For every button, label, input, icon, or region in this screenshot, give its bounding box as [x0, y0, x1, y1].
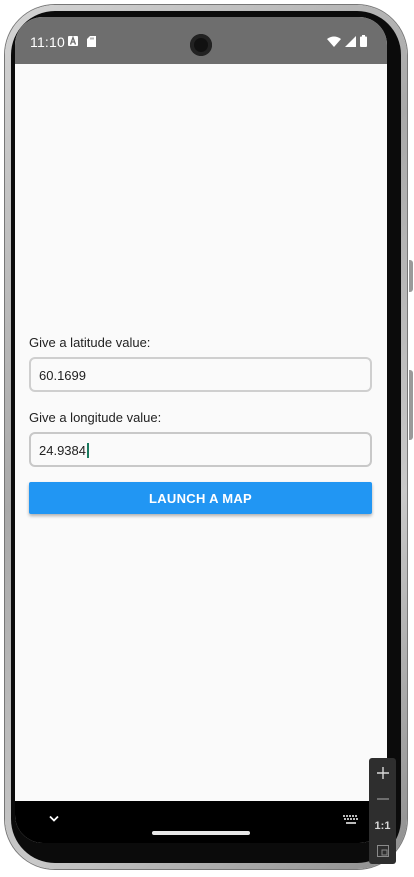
- emulator-zoom-controls: 1:1: [369, 758, 396, 864]
- front-camera: [190, 34, 212, 56]
- zoom-in-icon[interactable]: [369, 760, 396, 786]
- home-pill[interactable]: [152, 831, 250, 835]
- latitude-label: Give a latitude value:: [29, 335, 151, 350]
- latitude-input-value: 60.1699: [39, 368, 86, 383]
- latitude-input[interactable]: 60.1699: [29, 357, 372, 392]
- status-right-icons: [327, 35, 367, 47]
- wifi-icon: [327, 36, 341, 47]
- power-button: [409, 370, 413, 440]
- volume-button: [409, 260, 413, 292]
- longitude-input-value: 24.9384: [39, 443, 86, 458]
- chevron-down-icon[interactable]: [49, 815, 59, 823]
- launch-map-button[interactable]: LAUNCH A MAP: [29, 482, 372, 514]
- status-time: 11:10: [30, 34, 65, 50]
- zoom-ratio-button[interactable]: 1:1: [369, 813, 396, 839]
- battery-icon: [360, 35, 367, 47]
- main-content: Give a latitude value: 60.1699 Give a lo…: [15, 64, 387, 801]
- signal-icon: [345, 35, 356, 47]
- longitude-input[interactable]: 24.9384: [29, 432, 372, 467]
- text-cursor: [87, 443, 89, 458]
- keyboard-icon[interactable]: [343, 815, 359, 825]
- sd-card-icon: [87, 36, 96, 47]
- navigation-bar: [15, 801, 387, 843]
- status-bar: 11:10: [15, 17, 387, 64]
- fit-screen-icon[interactable]: [369, 838, 396, 864]
- longitude-label: Give a longitude value:: [29, 410, 162, 425]
- a-notification-icon: [68, 36, 78, 46]
- phone-screen: 11:10 Give a latitude value: 60.1699 Giv…: [15, 17, 387, 843]
- zoom-out-icon[interactable]: [369, 786, 396, 812]
